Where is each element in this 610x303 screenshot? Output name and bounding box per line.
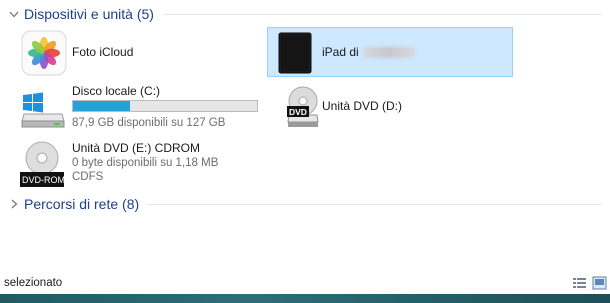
taskbar-strip: [0, 294, 610, 303]
item-free-space: 0 byte disponibili su 1,18 MB: [72, 157, 219, 169]
item-ipad[interactable]: iPad di: [267, 27, 513, 77]
drive-usage-fill: [73, 101, 131, 111]
photos-icon: [21, 30, 67, 81]
item-dvd-e-cdrom[interactable]: DVD-ROM Unità DVD (E:) CDROM 0 byte disp…: [18, 138, 263, 188]
item-foto-icloud[interactable]: Foto iCloud: [18, 28, 258, 78]
item-dvd-d[interactable]: DVD Unità DVD (D:): [267, 82, 513, 132]
dvd-rom-disc-icon: DVD-ROM: [18, 140, 66, 193]
status-text: selezionato: [4, 277, 63, 289]
item-name: iPad di: [322, 45, 415, 60]
drive-usage-bar: [72, 100, 258, 112]
group-divider: [162, 13, 602, 15]
group-header-devices[interactable]: Dispositivi e unità (5): [0, 2, 610, 26]
chevron-down-icon[interactable]: [7, 7, 21, 21]
details-view-icon[interactable]: [572, 276, 587, 290]
item-filesystem: CDFS: [72, 171, 104, 183]
dvd-badge: DVD: [289, 107, 307, 117]
windows-drive-icon: [20, 90, 66, 133]
large-icons-view-icon[interactable]: [592, 276, 607, 290]
item-name: Disco locale (C:): [72, 84, 161, 98]
group-title-devices: Dispositivi e unità (5): [24, 6, 154, 22]
explorer-window: Dispositivi e unità (5) Foto iCloud iPad…: [0, 0, 610, 303]
dvd-rom-badge: DVD-ROM: [22, 175, 65, 185]
status-bar: selezionato: [0, 274, 610, 294]
dvd-drive-icon: DVD: [285, 86, 319, 133]
group-divider: [148, 203, 602, 205]
item-disco-locale[interactable]: Disco locale (C:) 87,9 GB disponibili su…: [18, 82, 263, 132]
group-header-network[interactable]: Percorsi di rete (8): [0, 192, 610, 216]
item-name: Unità DVD (E:) CDROM: [72, 141, 201, 155]
item-name: Foto iCloud: [72, 45, 134, 59]
group-title-network: Percorsi di rete (8): [24, 196, 140, 212]
ipad-icon: [278, 32, 312, 79]
item-free-space: 87,9 GB disponibili su 127 GB: [72, 117, 226, 129]
redacted-owner-name: [362, 47, 415, 59]
chevron-right-icon[interactable]: [7, 197, 21, 211]
item-name: Unità DVD (D:): [322, 99, 403, 113]
